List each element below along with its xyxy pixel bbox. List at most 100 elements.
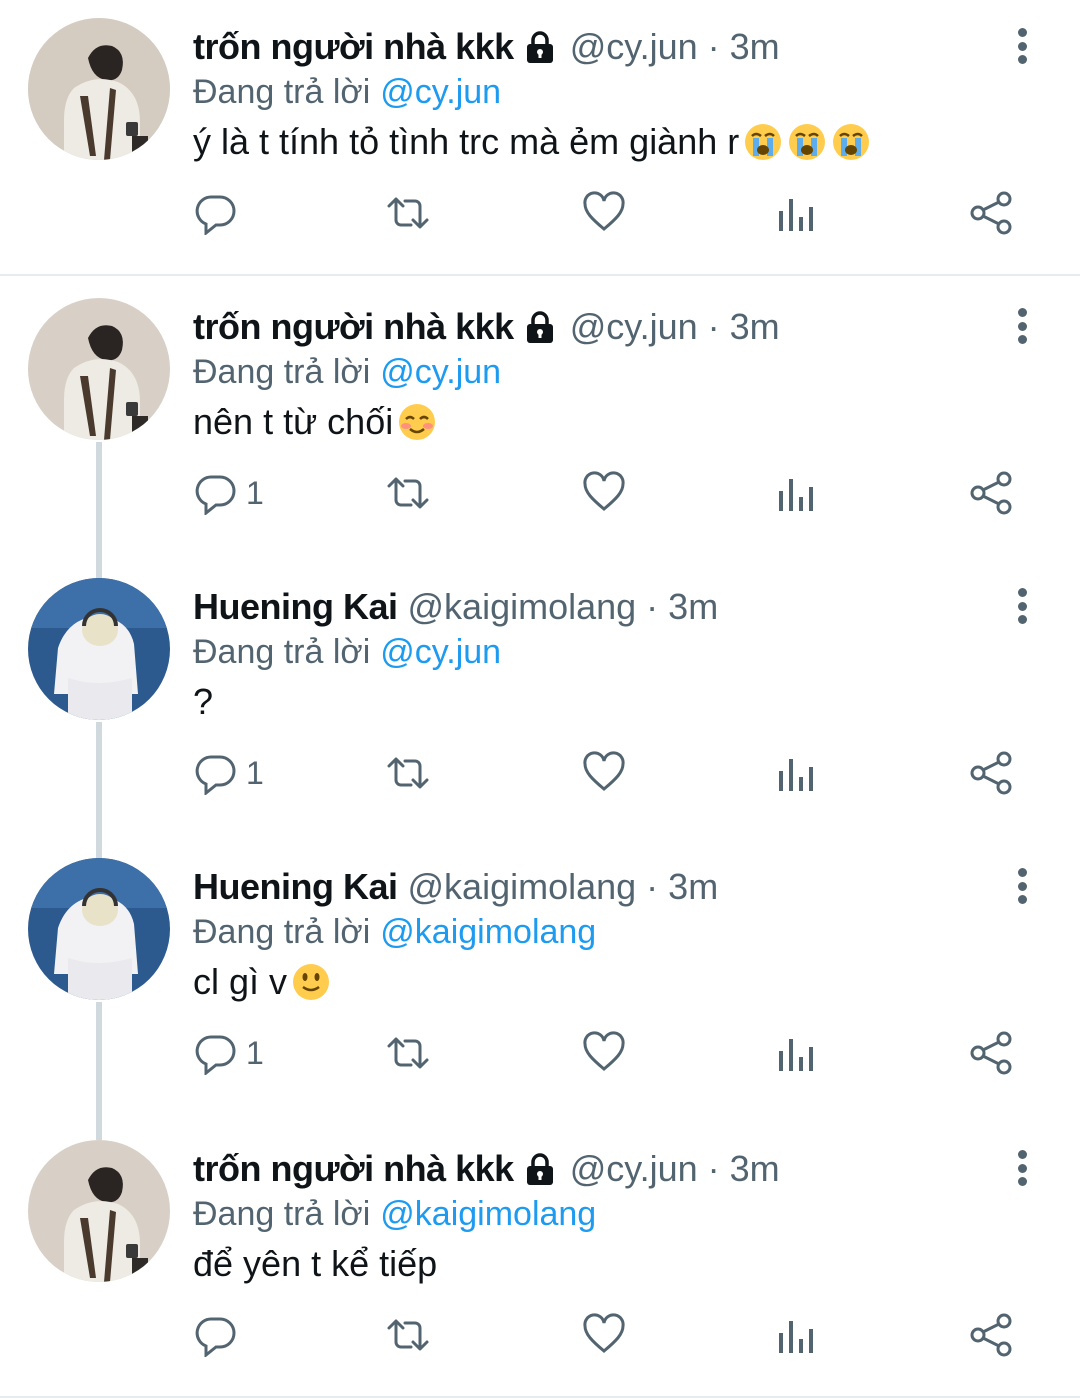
avatar-image-cyjun	[28, 298, 170, 440]
analytics-button[interactable]	[776, 1028, 820, 1078]
reply-mention[interactable]: @cy.jun	[380, 73, 501, 112]
separator: ·	[646, 586, 659, 627]
reply-mention[interactable]: @kaigimolang	[380, 1195, 596, 1234]
reply-mention[interactable]: @kaigimolang	[380, 913, 596, 952]
more-options-icon[interactable]	[1002, 304, 1042, 348]
reply-button[interactable]	[194, 1310, 246, 1360]
share-icon	[970, 471, 1012, 515]
reply-prefix: Đang trả lời	[193, 632, 371, 671]
share-button[interactable]	[970, 468, 1014, 518]
analytics-button[interactable]	[776, 1310, 820, 1360]
timestamp[interactable]: 3m	[730, 26, 780, 68]
share-button[interactable]	[970, 1028, 1014, 1078]
more-options-icon[interactable]	[1002, 1146, 1042, 1190]
avatar-image-cyjun	[28, 1140, 170, 1282]
handle[interactable]: @cy.jun	[570, 1148, 698, 1190]
handle[interactable]: @cy.jun	[570, 26, 698, 68]
more-options-icon[interactable]	[1002, 24, 1042, 68]
like-button[interactable]	[582, 748, 626, 798]
divider	[0, 274, 1080, 276]
reply-prefix: Đang trả lời	[193, 1194, 371, 1233]
analytics-icon	[779, 199, 813, 231]
like-button[interactable]	[582, 1028, 626, 1078]
avatar-image-kai	[28, 578, 170, 720]
analytics-icon	[779, 759, 813, 791]
reply-button[interactable]	[194, 188, 246, 238]
separator: ·	[707, 306, 720, 347]
retweet-icon	[387, 1037, 429, 1069]
retweet-icon	[387, 1319, 429, 1351]
retweet-button[interactable]	[386, 1310, 430, 1360]
avatar[interactable]	[28, 1140, 170, 1282]
display-name[interactable]: Huening Kai	[193, 586, 398, 628]
reply-icon	[195, 755, 236, 795]
share-icon	[970, 191, 1012, 235]
retweet-button[interactable]	[386, 188, 430, 238]
separator: ·	[707, 26, 720, 67]
reply-button[interactable]: 1	[194, 1028, 264, 1078]
avatar[interactable]	[28, 858, 170, 1000]
timestamp[interactable]: 3m	[668, 586, 718, 628]
reply-prefix: Đang trả lời	[193, 352, 371, 391]
reply-mention[interactable]: @cy.jun	[380, 633, 501, 672]
avatar-image-kai	[28, 858, 170, 1000]
display-name[interactable]: trốn người nhà kkk	[193, 306, 514, 348]
separator: ·	[707, 1148, 720, 1189]
reply-prefix: Đang trả lời	[193, 72, 371, 111]
tweet[interactable]: trốn người nhà kkk @cy.jun · 3m Đang trả…	[0, 1122, 1080, 1392]
share-icon	[970, 1313, 1012, 1357]
heart-icon	[583, 1031, 625, 1071]
timestamp[interactable]: 3m	[730, 1148, 780, 1190]
share-button[interactable]	[970, 748, 1014, 798]
timestamp[interactable]: 3m	[668, 866, 718, 908]
tweet[interactable]: Huening Kai @kaigimolang · 3m Đang trả l…	[0, 840, 1080, 1120]
analytics-button[interactable]	[776, 748, 820, 798]
tweet[interactable]: Huening Kai @kaigimolang · 3m Đang trả l…	[0, 560, 1080, 840]
reply-icon	[195, 1035, 236, 1075]
reply-prefix: Đang trả lời	[193, 912, 371, 951]
display-name[interactable]: trốn người nhà kkk	[193, 1148, 514, 1190]
tweet-text: ý là t tính tỏ tình trc mà ẻm giành r	[193, 112, 871, 172]
avatar-image-cyjun	[28, 18, 170, 160]
timestamp[interactable]: 3m	[730, 306, 780, 348]
tweet-body: cl gì v	[193, 961, 288, 1002]
handle[interactable]: @cy.jun	[570, 306, 698, 348]
tweet-text: để yên t kể tiếp	[193, 1234, 437, 1294]
reply-icon	[195, 195, 236, 235]
tweet-body: ?	[193, 681, 214, 722]
display-name[interactable]: trốn người nhà kkk	[193, 26, 514, 68]
like-button[interactable]	[582, 468, 626, 518]
more-options-icon[interactable]	[1002, 864, 1042, 908]
loudly-crying-face-emoji	[745, 124, 782, 160]
reply-button[interactable]: 1	[194, 468, 264, 518]
heart-icon	[583, 1313, 625, 1353]
smiling-face-emoji	[399, 404, 436, 440]
share-button[interactable]	[970, 1310, 1014, 1360]
tweet[interactable]: trốn người nhà kkk @cy.jun · 3m Đang trả…	[0, 280, 1080, 560]
reply-count: 1	[246, 754, 264, 791]
handle[interactable]: @kaigimolang	[408, 866, 637, 908]
reply-button[interactable]: 1	[194, 748, 264, 798]
like-button[interactable]	[582, 1310, 626, 1360]
reply-count: 1	[246, 474, 264, 511]
share-button[interactable]	[970, 188, 1014, 238]
reply-icon	[195, 1317, 236, 1357]
reply-mention[interactable]: @cy.jun	[380, 353, 501, 392]
retweet-button[interactable]	[386, 1028, 430, 1078]
analytics-button[interactable]	[776, 188, 820, 238]
avatar[interactable]	[28, 578, 170, 720]
divider	[0, 1396, 1080, 1398]
display-name[interactable]: Huening Kai	[193, 866, 398, 908]
lock-icon	[526, 311, 553, 343]
avatar[interactable]	[28, 298, 170, 440]
tweet[interactable]: trốn người nhà kkk @cy.jun · 3m Đang trả…	[0, 0, 1080, 274]
retweet-button[interactable]	[386, 468, 430, 518]
like-button[interactable]	[582, 188, 626, 238]
analytics-icon	[779, 479, 813, 511]
analytics-button[interactable]	[776, 468, 820, 518]
avatar[interactable]	[28, 18, 170, 160]
retweet-button[interactable]	[386, 748, 430, 798]
handle[interactable]: @kaigimolang	[408, 586, 637, 628]
more-options-icon[interactable]	[1002, 584, 1042, 628]
tweet-text: ?	[193, 672, 213, 732]
